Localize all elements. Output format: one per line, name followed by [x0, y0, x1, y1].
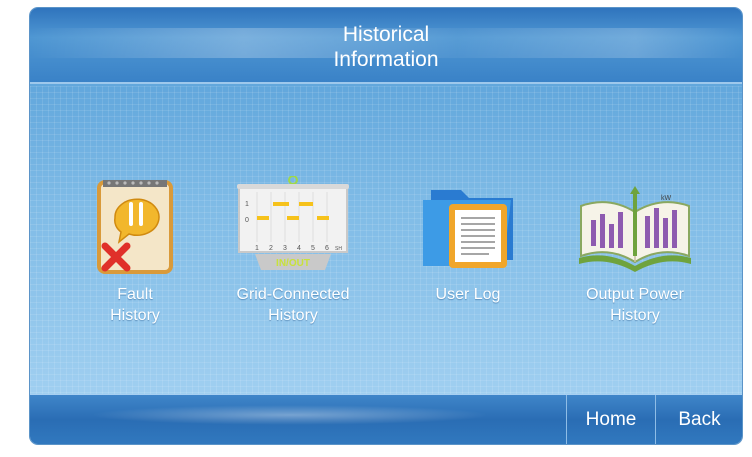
grid-connected-history-label: Grid-Connected History — [208, 284, 378, 326]
home-button[interactable]: Home — [566, 395, 655, 444]
menu-item-user-log[interactable]: User Log — [383, 176, 553, 336]
in-out-label: IN/OUT — [276, 258, 310, 269]
menu-item-grid-connected-history[interactable]: 1 0 1 2 3 4 5 6 SH IN/OUT Grid-Connected… — [208, 176, 378, 336]
footer-bar: Home Back — [30, 394, 742, 444]
page-title: Historical Information — [30, 22, 742, 72]
user-log-folder-icon — [423, 190, 513, 268]
header-bar: Historical Information — [30, 8, 742, 84]
grid-connected-icon: 1 0 1 2 3 4 5 6 SH IN/OUT — [237, 176, 349, 270]
grid-connected-history-label-line1: Grid-Connected — [236, 286, 350, 303]
output-power-book-icon: kW — [579, 186, 691, 272]
output-power-history-label-line2: History — [610, 307, 660, 324]
chart-tick-4: 4 — [297, 245, 301, 252]
menu-item-fault-history[interactable]: Fault History — [50, 176, 220, 336]
output-power-history-label-line1: Output Power — [586, 286, 684, 303]
page-title-line2: Information — [333, 48, 439, 71]
grid-connected-history-label-line2: History — [268, 307, 318, 324]
chart-label-1: 1 — [245, 201, 249, 208]
chart-tick-3: 3 — [283, 245, 287, 252]
back-button[interactable]: Back — [655, 395, 742, 444]
chart-tick-6: 6 — [325, 245, 329, 252]
fault-history-label-line1: Fault — [117, 286, 153, 303]
kw-label: kW — [661, 195, 672, 202]
chart-tick-unit: SH — [335, 246, 342, 252]
output-power-history-label: Output Power History — [550, 284, 720, 326]
chart-label-0: 0 — [245, 217, 249, 224]
chart-tick-1: 1 — [255, 245, 259, 252]
user-log-label-line1: User Log — [435, 286, 501, 303]
page-title-line1: Historical — [342, 23, 430, 46]
chart-tick-2: 2 — [269, 245, 273, 252]
fault-history-label: Fault History — [50, 284, 220, 326]
chart-tick-5: 5 — [311, 245, 315, 252]
main-panel: Historical Information Fault History 1 0… — [30, 8, 742, 444]
fault-history-icon — [97, 180, 173, 274]
user-log-label: User Log — [383, 284, 553, 305]
menu-item-output-power-history[interactable]: kW Output Power History — [550, 176, 720, 336]
fault-history-label-line2: History — [110, 307, 160, 324]
footer-decoration — [90, 405, 490, 425]
